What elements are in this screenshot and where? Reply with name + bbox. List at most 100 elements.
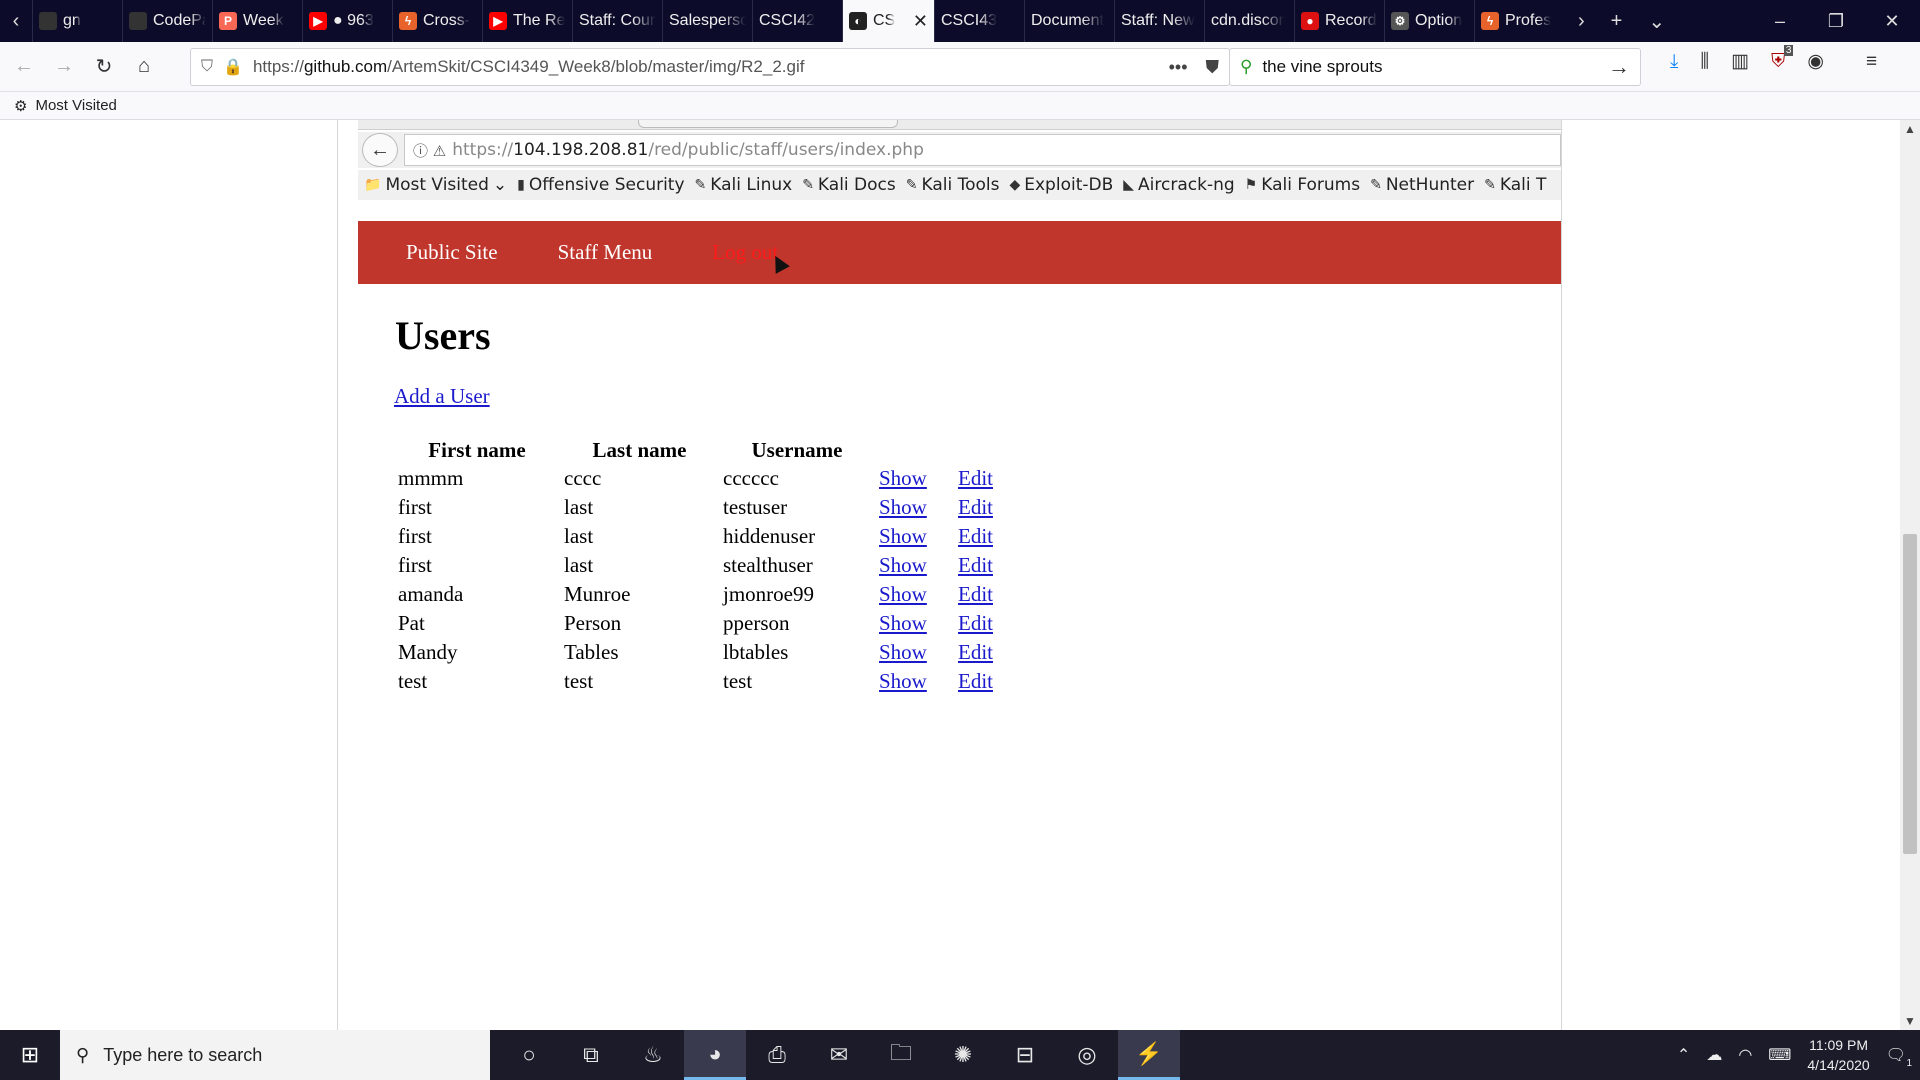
edit-link-cell: Edit	[954, 667, 1014, 696]
edit-link-cell: Edit	[954, 638, 1014, 667]
show-link: Show	[879, 466, 927, 490]
cell-username: test	[723, 669, 753, 693]
table-row: Mandy Tables lbtables Show Edit	[394, 638, 1014, 667]
search-bar[interactable]: ⚲ the vine sprouts →	[1229, 48, 1641, 86]
downloads-icon[interactable]: ⤓	[1670, 51, 1678, 73]
close-window-icon[interactable]: ✕	[1864, 11, 1920, 32]
search-go-icon[interactable]: →	[1608, 54, 1630, 80]
edit-link: Edit	[958, 524, 993, 548]
pocket-icon[interactable]: ⛊	[1206, 57, 1220, 78]
scroll-down-icon[interactable]: ▼	[1904, 1014, 1916, 1028]
cortana-icon[interactable]: ○	[498, 1030, 560, 1080]
home-icon[interactable]: ⌂	[124, 47, 164, 87]
scrollbar-thumb[interactable]	[1903, 534, 1917, 854]
bookmark-label: Exploit-DB	[1024, 175, 1114, 195]
bookmark-most-visited[interactable]: Most Visited	[35, 97, 116, 114]
store-icon[interactable]: ⊟	[994, 1030, 1056, 1080]
account-icon[interactable]: ◉	[1807, 50, 1824, 73]
cell-username: lbtables	[723, 640, 789, 664]
screen-recorder-icon[interactable]: ◎	[1056, 1030, 1118, 1080]
clock[interactable]: 11:09 PM 4/14/2020	[1807, 1035, 1869, 1075]
search-icon: ⚲	[76, 1044, 90, 1065]
tab-label: cdn.discor	[1211, 12, 1284, 29]
wifi-icon[interactable]: ◠	[1738, 1045, 1752, 1065]
show-link: Show	[879, 611, 927, 635]
browser-tab[interactable]: CSCI42	[752, 0, 842, 42]
tray-overflow-icon[interactable]: ⌃	[1677, 1045, 1690, 1065]
page-scrollbar[interactable]: ▲ ▼	[1900, 120, 1920, 1030]
cell-last-name: test	[564, 669, 594, 693]
menu-icon[interactable]: ≡	[1866, 51, 1877, 73]
list-all-tabs-icon[interactable]: ⌄	[1648, 9, 1665, 34]
reload-icon[interactable]: ↻	[84, 47, 124, 87]
browser-tab[interactable]: ▶ The Re	[482, 0, 572, 42]
browser-tab[interactable]: cdn.discor	[1204, 0, 1294, 42]
inner-bookmark: ◣ Aircrack-ng	[1123, 175, 1234, 195]
ublock-icon[interactable]: ⛨ 3	[1771, 44, 1794, 73]
tab-label: The Re	[513, 12, 566, 29]
back-icon[interactable]: ←	[4, 47, 44, 87]
browser-tab[interactable]: ϟ Cross-	[392, 0, 482, 42]
browser-tab[interactable]: Document	[1024, 0, 1114, 42]
browser-tab[interactable]: gn	[32, 0, 122, 42]
restore-icon[interactable]: ❐	[1808, 11, 1864, 32]
cell-first-name: Mandy	[398, 640, 458, 664]
taskbar-search-input[interactable]: Type here to search	[103, 1045, 262, 1066]
cell-username: stealthuser	[723, 553, 813, 577]
keyboard-icon[interactable]: ⌨	[1768, 1045, 1791, 1065]
browser-tab[interactable]: CSCI43	[934, 0, 1024, 42]
browser-tab[interactable]: ϟ Profes	[1474, 0, 1564, 42]
browser-tab[interactable]: P Week	[212, 0, 302, 42]
new-tab-icon[interactable]: +	[1611, 10, 1623, 33]
bookmark-icon: 📁	[364, 177, 382, 193]
notifications-icon[interactable]: 🗨 1	[1886, 1045, 1912, 1069]
sidebar-icon[interactable]: ▥	[1731, 50, 1749, 73]
outlook-icon[interactable]: ✉	[808, 1030, 870, 1080]
scroll-up-icon[interactable]: ▲	[1904, 122, 1916, 136]
bookmarks-toolbar: ⚙ Most Visited	[0, 92, 1920, 120]
windows-start-icon[interactable]: ⊞	[0, 1030, 60, 1080]
edit-link-cell: Edit	[954, 551, 1014, 580]
file-explorer-icon[interactable]: 🗀	[870, 1030, 932, 1080]
browser-tab[interactable]: Staff: Coun	[572, 0, 662, 42]
address-bar[interactable]: ⛉ 🔒 https://github.com/ArtemSkit/CSCI434…	[190, 48, 1230, 86]
add-user-link: Add a User	[394, 384, 490, 408]
toolbar-icons: ⤓ ⫼ ▥ ⛨ 3 ◉ ≡	[1670, 44, 1877, 73]
tab-scroll-right-icon[interactable]: ›	[1578, 10, 1585, 33]
close-tab-icon[interactable]: ✕	[913, 11, 928, 32]
cell-last-name: last	[564, 553, 594, 577]
browser-tab[interactable]: ▶ ● 963	[302, 0, 392, 42]
library-icon[interactable]: ⫼	[1700, 51, 1709, 73]
browser-tab[interactable]: Staff: New	[1114, 0, 1204, 42]
steam-icon[interactable]: ♨	[622, 1030, 684, 1080]
task-view-icon[interactable]: ⧉	[560, 1030, 622, 1080]
burp-suite-icon[interactable]: ⚡	[1118, 1030, 1180, 1080]
browser-tab[interactable]: Salesperso	[662, 0, 752, 42]
cell-last-name: cccc	[564, 466, 602, 490]
bookmark-icon: ✎	[1484, 177, 1496, 193]
minimize-icon[interactable]: –	[1752, 11, 1808, 32]
show-link: Show	[879, 669, 927, 693]
search-input[interactable]: the vine sprouts	[1262, 57, 1382, 77]
tracking-shield-icon[interactable]: ⛉	[201, 58, 213, 76]
search-engine-icon[interactable]: ⚲	[1240, 57, 1252, 77]
browser-tab[interactable]: ⚙ Option	[1384, 0, 1474, 42]
inner-url-prefix: https://	[452, 140, 514, 160]
forward-icon[interactable]: →	[44, 47, 84, 87]
cell-first-name: mmmm	[398, 466, 464, 490]
page-actions-icon[interactable]: •••	[1169, 57, 1188, 78]
page-title: Users	[395, 313, 491, 358]
browser-tab[interactable]: ◐ CS ✕	[842, 0, 934, 42]
firefox-icon[interactable]: ◕	[684, 1030, 746, 1080]
show-link: Show	[879, 495, 927, 519]
tab-label: Record	[1325, 12, 1377, 29]
lock-icon[interactable]: 🔒	[223, 57, 243, 77]
notification-count: 1	[1906, 1058, 1912, 1069]
taskbar-search[interactable]: ⚲ Type here to search	[60, 1030, 490, 1080]
browser-tab[interactable]: ● Record	[1294, 0, 1384, 42]
tab-scroll-left-icon[interactable]: ‹	[0, 0, 32, 42]
onedrive-icon[interactable]: ☁	[1706, 1045, 1722, 1065]
red-app-icon[interactable]: ✺	[932, 1030, 994, 1080]
printer-app-icon[interactable]: ⎙	[746, 1030, 808, 1080]
browser-tab[interactable]: CodePath	[122, 0, 212, 42]
